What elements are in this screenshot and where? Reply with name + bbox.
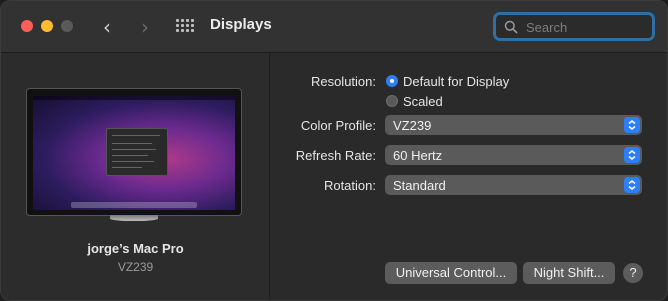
radio-default-for-display[interactable] [386, 75, 398, 87]
window-title: Displays [210, 16, 272, 33]
desktop-wallpaper-preview [33, 96, 235, 210]
resolution-label: Resolution: [310, 74, 376, 89]
updown-chevron-icon [624, 117, 640, 133]
title-bar: ‹ › Displays [1, 1, 667, 53]
color-profile-select[interactable]: VZ239 [385, 115, 642, 135]
system-preferences-window: ‹ › Displays Search jorge’s Mac Pro VZ23… [0, 0, 668, 301]
color-profile-label: Color Profile: [300, 118, 376, 133]
display-name: jorge’s Mac Pro [87, 241, 184, 256]
chevron-left-icon: ‹ [103, 15, 111, 39]
updown-chevron-icon [624, 147, 640, 163]
show-all-preferences-button[interactable] [176, 19, 194, 35]
search-field[interactable] [493, 12, 655, 41]
rotation-select[interactable]: Standard [385, 175, 642, 195]
display-model: VZ239 [117, 260, 154, 274]
search-input[interactable] [524, 17, 648, 38]
help-button[interactable]: ? [623, 263, 643, 283]
radio-label-default-for-display[interactable]: Default for Display [403, 74, 509, 89]
updown-chevron-icon [624, 177, 640, 193]
refresh-rate-label: Refresh Rate: [295, 148, 376, 163]
menu-bar-preview [33, 96, 235, 100]
close-window-button[interactable] [21, 20, 33, 32]
rotation-value: Standard [393, 178, 446, 193]
minimize-window-button[interactable] [41, 20, 53, 32]
night-shift-button[interactable]: Night Shift... [523, 262, 615, 284]
universal-control-button[interactable]: Universal Control... [385, 262, 517, 284]
chevron-right-icon: › [141, 15, 149, 39]
monitor-stand [110, 215, 158, 221]
rotation-label: Rotation: [323, 178, 376, 193]
radio-scaled[interactable] [386, 95, 398, 107]
refresh-rate-value: 60 Hertz [393, 148, 443, 163]
display-thumbnail[interactable] [26, 88, 242, 221]
refresh-rate-select[interactable]: 60 Hertz [385, 145, 642, 165]
question-mark-icon: ? [629, 265, 637, 280]
dock-preview [71, 202, 197, 208]
forward-button[interactable]: › [135, 15, 155, 39]
monitor-bezel [26, 88, 242, 216]
color-profile-value: VZ239 [393, 118, 432, 133]
window-preview [106, 128, 168, 176]
zoom-window-button[interactable] [61, 20, 73, 32]
back-button[interactable]: ‹ [97, 15, 117, 39]
display-sidebar: jorge’s Mac Pro VZ239 [1, 53, 270, 300]
search-icon [504, 20, 518, 34]
radio-label-scaled[interactable]: Scaled [403, 94, 443, 109]
